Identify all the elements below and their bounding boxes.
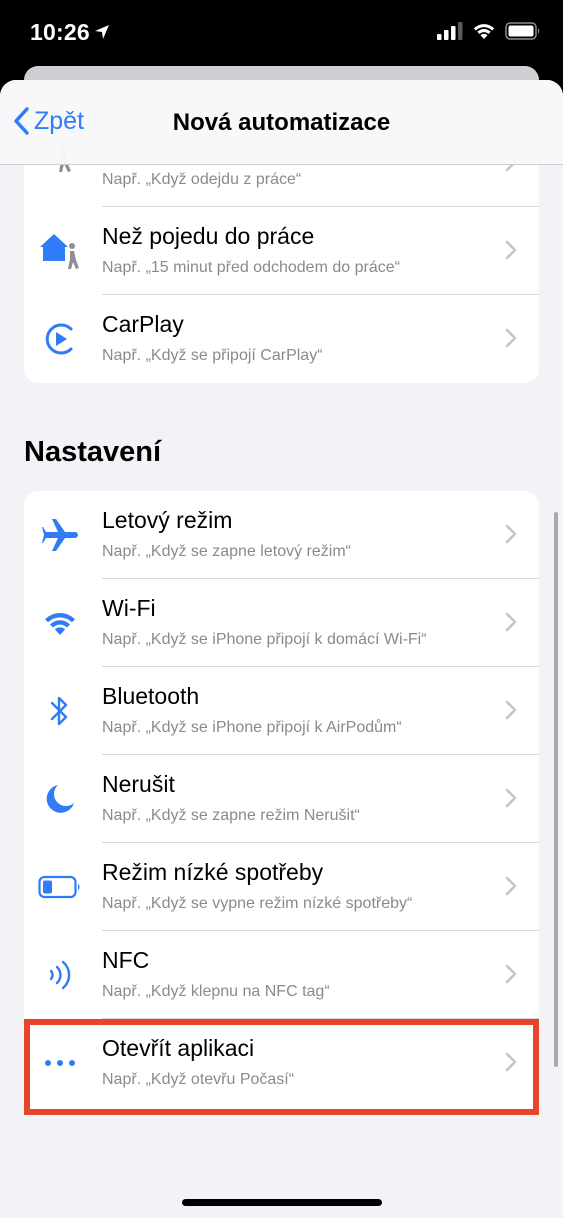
list-item-low-power-mode[interactable]: Režim nízké spotřeby Např. „Když se vypn… bbox=[24, 843, 539, 931]
status-time: 10:26 bbox=[30, 19, 90, 45]
chevron-right-icon bbox=[505, 876, 517, 896]
list-item-before-commute[interactable]: Než pojedu do práce Např. „15 minut před… bbox=[24, 207, 539, 295]
home-indicator bbox=[182, 1199, 382, 1206]
chevron-right-icon bbox=[505, 788, 517, 808]
scrollbar[interactable] bbox=[554, 512, 558, 1067]
list-item-do-not-disturb[interactable]: Nerušit Např. „Když se zapne režim Neruš… bbox=[24, 755, 539, 843]
bluetooth-icon bbox=[38, 691, 82, 731]
airplane-icon bbox=[38, 515, 82, 555]
row-subtitle: Např. „Když se zapne režim Nerušit“ bbox=[102, 807, 360, 824]
moon-icon bbox=[38, 779, 82, 819]
battery-icon bbox=[505, 22, 540, 40]
list-item-open-app[interactable]: Otevřít aplikaci Např. „Když otevřu Poča… bbox=[24, 1019, 539, 1107]
list-item-nfc[interactable]: NFC Např. „Když klepnu na NFC tag“ bbox=[24, 931, 539, 1019]
row-title: Nerušit bbox=[102, 771, 175, 797]
chevron-right-icon bbox=[505, 524, 517, 544]
low-battery-icon bbox=[38, 867, 82, 907]
chevron-right-icon bbox=[505, 240, 517, 260]
wifi-icon bbox=[38, 603, 82, 643]
cellular-signal-icon bbox=[437, 22, 463, 40]
row-subtitle: Např. „Když se připojí CarPlay“ bbox=[102, 347, 323, 364]
row-subtitle: Např. „Když se zapne letový režim“ bbox=[102, 543, 351, 560]
row-subtitle: Např. „Když se iPhone připojí k domácí W… bbox=[102, 631, 427, 648]
row-subtitle: Např. „Když klepnu na NFC tag“ bbox=[102, 983, 330, 1000]
list-item-bluetooth[interactable]: Bluetooth Např. „Když se iPhone připojí … bbox=[24, 667, 539, 755]
row-title: Letový režim bbox=[102, 507, 233, 533]
new-automation-sheet: Zpět Nová automatizace Např. „Když odejd… bbox=[0, 80, 563, 1218]
nfc-icon bbox=[38, 955, 82, 995]
row-subtitle: Např. „Když otevřu Počasí“ bbox=[102, 1071, 295, 1088]
status-icons bbox=[437, 22, 541, 40]
row-subtitle: Např. „Když se iPhone připojí k AirPodům… bbox=[102, 719, 402, 736]
list-item-carplay[interactable]: CarPlay Např. „Když se připojí CarPlay“ bbox=[24, 295, 539, 383]
ellipsis-icon bbox=[38, 1043, 82, 1083]
row-title: Wi-Fi bbox=[102, 595, 156, 621]
row-title: Otevřít aplikaci bbox=[102, 1035, 255, 1061]
chevron-right-icon bbox=[505, 328, 517, 348]
section-header-settings: Nastavení bbox=[24, 436, 162, 468]
travel-card: Např. „Když odejdu z práce“ Než pojedu d… bbox=[24, 130, 539, 383]
list-item-airplane-mode[interactable]: Letový režim Např. „Když se zapne letový… bbox=[24, 491, 539, 579]
navigation-bar: Zpět Nová automatizace bbox=[0, 80, 563, 165]
row-title: CarPlay bbox=[102, 311, 184, 337]
home-person-icon bbox=[38, 231, 82, 271]
chevron-right-icon bbox=[505, 700, 517, 720]
row-subtitle: Např. „Když odejdu z práce“ bbox=[102, 171, 302, 188]
row-subtitle: Např. „Když se vypne režim nízké spotřeb… bbox=[102, 895, 413, 912]
row-subtitle: Např. „15 minut před odchodem do práce“ bbox=[102, 259, 400, 276]
location-arrow-icon bbox=[95, 25, 109, 39]
chevron-right-icon bbox=[505, 612, 517, 632]
chevron-right-icon bbox=[505, 964, 517, 984]
chevron-right-icon bbox=[505, 1052, 517, 1072]
settings-card: Letový režim Např. „Když se zapne letový… bbox=[24, 491, 539, 1112]
page-title: Nová automatizace bbox=[172, 109, 391, 136]
row-title: Režim nízké spotřeby bbox=[102, 859, 324, 885]
status-bar: 10:26 bbox=[0, 0, 563, 70]
carplay-icon bbox=[38, 319, 82, 359]
row-title: Bluetooth bbox=[102, 683, 200, 709]
list-item-wifi[interactable]: Wi-Fi Např. „Když se iPhone připojí k do… bbox=[24, 579, 539, 667]
wifi-status-icon bbox=[473, 24, 495, 39]
row-title: Než pojedu do práce bbox=[102, 223, 315, 249]
row-title: NFC bbox=[102, 947, 150, 973]
